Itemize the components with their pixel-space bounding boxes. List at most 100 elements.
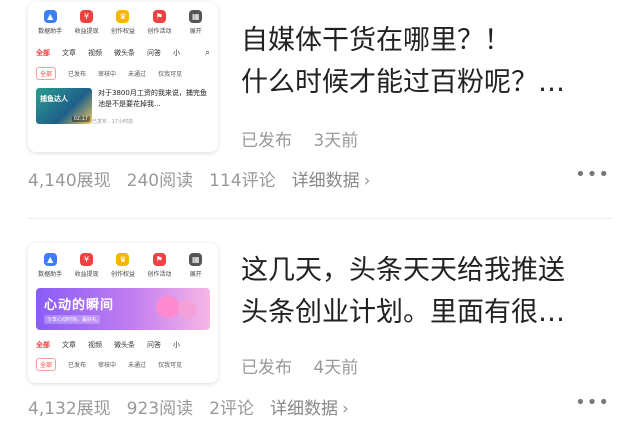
mini-article: 捕鱼达人 02:17 对于3800月工资的我来说，捕完鱼池是不是要花掉我... … bbox=[28, 88, 218, 125]
quick-item-label: 创作权益 bbox=[110, 28, 135, 35]
content-tabs: 全部 文章 视频 微头条 问答 小 bbox=[28, 340, 218, 350]
filter-reviewing: 审核中 bbox=[98, 362, 117, 369]
tab-qa: 问答 bbox=[147, 49, 161, 57]
filter-rejected: 未通过 bbox=[128, 71, 147, 78]
detail-data-label: 详细数据 bbox=[269, 399, 338, 419]
tab-videos: 视频 bbox=[88, 49, 102, 57]
heart-icon bbox=[156, 296, 180, 318]
post-card[interactable]: ▲ 数据助手 ¥ 收益提现 ♛ 创作权益 ⚑ 创作活动 ▦ 展开 全部 文章 视… bbox=[0, 0, 640, 212]
reads-count: 923阅读 bbox=[126, 399, 194, 419]
mini-image-text: 捕鱼达人 bbox=[40, 95, 68, 103]
tab-all: 全部 bbox=[36, 49, 50, 57]
comments-count[interactable]: 114评论 bbox=[209, 166, 275, 191]
quick-item-withdraw: ¥ 收益提现 bbox=[70, 253, 104, 278]
quick-item-activity: ⚑ 创作活动 bbox=[142, 10, 176, 35]
quick-item-benefits: ♛ 创作权益 bbox=[106, 10, 140, 35]
quick-item-benefits: ♛ 创作权益 bbox=[106, 253, 140, 278]
quick-item-expand: ▦ 展开 bbox=[179, 10, 213, 35]
views-count: 4,132展现 bbox=[28, 399, 111, 419]
detail-data-link[interactable]: 详细数据 › bbox=[292, 166, 371, 191]
quick-item-label: 展开 bbox=[189, 271, 202, 278]
comments-count[interactable]: 2评论 bbox=[209, 394, 254, 419]
post-thumbnail[interactable]: ▲ 数据助手 ¥ 收益提现 ♛ 创作权益 ⚑ 创作活动 ▦ 展开 心动的瞬间 分… bbox=[28, 243, 218, 383]
tab-more: 小 bbox=[173, 49, 180, 57]
quick-item-withdraw: ¥ 收益提现 bbox=[70, 10, 104, 35]
chevron-right-icon: › bbox=[363, 171, 371, 191]
quick-actions-row: ▲ 数据助手 ¥ 收益提现 ♛ 创作权益 ⚑ 创作活动 ▦ 展开 bbox=[28, 253, 218, 278]
reads-count: 240阅读 bbox=[126, 171, 194, 191]
filter-all: 全部 bbox=[36, 67, 57, 80]
post-title[interactable]: 这几天，头条天天给我推送 头条创业计划。里面有很… bbox=[241, 250, 616, 334]
post-title-line: 这几天，头条天天给我推送 bbox=[241, 255, 565, 286]
status-filters: 全部 已发布 审核中 未通过 仅我可见 bbox=[28, 358, 218, 371]
quick-item-label: 收益提现 bbox=[74, 28, 99, 35]
filter-all: 全部 bbox=[36, 358, 57, 371]
detail-data-link[interactable]: 详细数据 › bbox=[270, 394, 349, 419]
quick-item-activity: ⚑ 创作活动 bbox=[142, 253, 176, 278]
crown-icon: ♛ bbox=[116, 253, 130, 266]
tab-articles: 文章 bbox=[62, 49, 76, 57]
filter-private: 仅我可见 bbox=[158, 71, 183, 78]
tab-articles: 文章 bbox=[62, 341, 76, 349]
chart-icon: ▲ bbox=[43, 10, 57, 23]
tab-qa: 问答 bbox=[147, 341, 161, 349]
tab-all: 全部 bbox=[36, 341, 50, 349]
flag-icon: ⚑ bbox=[152, 253, 166, 266]
quick-item-label: 数据助手 bbox=[38, 28, 63, 35]
filter-rejected: 未通过 bbox=[128, 362, 147, 369]
mini-article-image: 捕鱼达人 02:17 bbox=[36, 88, 92, 124]
quick-actions-row: ▲ 数据助手 ¥ 收益提现 ♛ 创作权益 ⚑ 创作活动 ▦ 展开 bbox=[28, 10, 218, 35]
post-card[interactable]: ▲ 数据助手 ¥ 收益提现 ♛ 创作权益 ⚑ 创作活动 ▦ 展开 心动的瞬间 分… bbox=[0, 235, 640, 425]
post-title-line: 头条创业计划。里面有很… bbox=[241, 297, 565, 328]
more-icon[interactable]: ••• bbox=[575, 392, 610, 413]
post-title-line: 什么时候才能过百粉呢？… bbox=[241, 67, 565, 98]
tab-micro: 微头条 bbox=[114, 49, 135, 57]
quick-item-label: 展开 bbox=[189, 28, 202, 35]
post-status: 已发布 3天前 bbox=[241, 126, 374, 151]
promo-banner: 心动的瞬间 分享心动时刻，赢好礼 bbox=[36, 288, 210, 330]
filter-published: 已发布 bbox=[68, 71, 87, 78]
mini-article-text: 对于3800月工资的我来说，捕完鱼池是不是要花掉我... bbox=[98, 89, 207, 108]
banner-subtitle: 分享心动时刻，赢好礼 bbox=[44, 315, 101, 324]
quick-item-data-assistant: ▲ 数据助手 bbox=[33, 253, 67, 278]
tab-more: 小 bbox=[173, 341, 180, 349]
post-status: 已发布 4天前 bbox=[241, 353, 374, 378]
content-tabs: 全部 文章 视频 微头条 问答 小 ⌕ bbox=[28, 48, 218, 58]
quick-item-label: 创作活动 bbox=[147, 28, 172, 35]
post-time: 4天前 bbox=[313, 358, 359, 378]
views-count: 4,140展现 bbox=[28, 171, 111, 191]
heart-icon bbox=[178, 300, 196, 318]
post-divider bbox=[28, 218, 612, 219]
quick-item-label: 收益提现 bbox=[74, 271, 99, 278]
grid-icon: ▦ bbox=[189, 10, 203, 23]
post-thumbnail[interactable]: ▲ 数据助手 ¥ 收益提现 ♛ 创作权益 ⚑ 创作活动 ▦ 展开 全部 文章 视… bbox=[28, 2, 218, 152]
filter-private: 仅我可见 bbox=[158, 362, 183, 369]
quick-item-expand: ▦ 展开 bbox=[179, 253, 213, 278]
status-label: 已发布 bbox=[241, 358, 292, 378]
post-title-line: 自媒体干货在哪里？！ bbox=[241, 25, 511, 56]
chevron-right-icon: › bbox=[341, 399, 349, 419]
yen-icon: ¥ bbox=[80, 253, 94, 266]
status-label: 已发布 bbox=[241, 131, 292, 151]
post-stats: 4,132展现 923阅读 2评论 详细数据 › bbox=[28, 394, 349, 419]
post-stats: 4,140展现 240阅读 114评论 详细数据 › bbox=[28, 166, 370, 191]
post-title[interactable]: 自媒体干货在哪里？！ 什么时候才能过百粉呢？… bbox=[241, 20, 616, 104]
tab-videos: 视频 bbox=[88, 341, 102, 349]
video-duration: 02:17 bbox=[71, 116, 90, 122]
filter-reviewing: 审核中 bbox=[98, 71, 117, 78]
crown-icon: ♛ bbox=[116, 10, 130, 23]
quick-item-data-assistant: ▲ 数据助手 bbox=[33, 10, 67, 35]
flag-icon: ⚑ bbox=[152, 10, 166, 23]
chart-icon: ▲ bbox=[43, 253, 57, 266]
tab-micro: 微头条 bbox=[114, 341, 135, 349]
more-icon[interactable]: ••• bbox=[575, 164, 610, 185]
quick-item-label: 创作活动 bbox=[147, 271, 172, 278]
status-filters: 全部 已发布 审核中 未通过 仅我可见 bbox=[28, 67, 218, 80]
banner-title: 心动的瞬间 bbox=[44, 298, 115, 313]
mini-article-meta: 已发布 · 17小时前 bbox=[92, 119, 134, 125]
search-icon: ⌕ bbox=[204, 48, 210, 58]
grid-icon: ▦ bbox=[189, 253, 203, 266]
filter-published: 已发布 bbox=[68, 362, 87, 369]
quick-item-label: 创作权益 bbox=[110, 271, 135, 278]
detail-data-label: 详细数据 bbox=[291, 171, 360, 191]
